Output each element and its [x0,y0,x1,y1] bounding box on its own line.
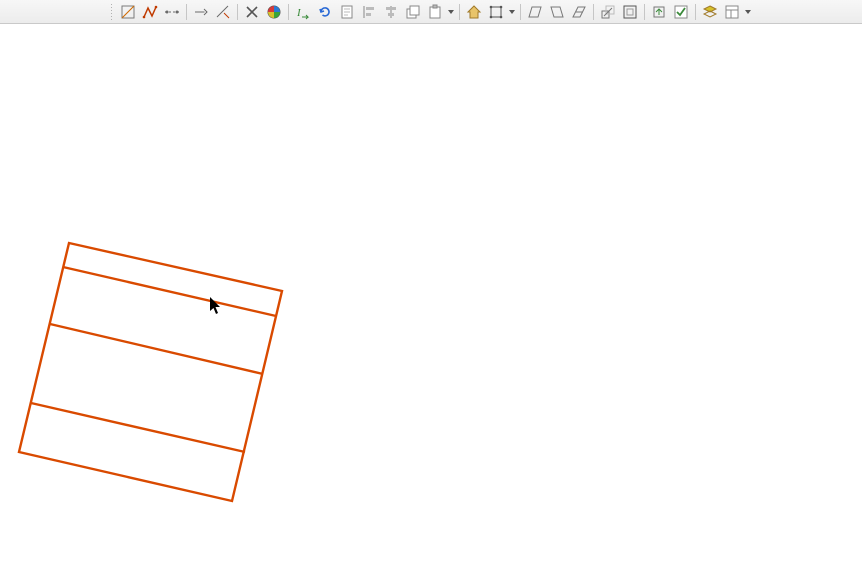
page-preview-icon[interactable] [337,2,357,22]
toolbar-grip[interactable] [110,3,114,21]
intersection-icon[interactable] [242,2,262,22]
horiz-constraint-icon[interactable] [162,2,182,22]
text-label-icon[interactable]: I [293,2,313,22]
toolbar: I [0,0,862,24]
toolbar-overflow-dropdown[interactable] [447,2,455,22]
toolbar-separator [644,4,645,20]
export-icon[interactable] [649,2,669,22]
toolbar-separator [695,4,696,20]
selected-shape [0,24,862,569]
toolbar-separator [593,4,594,20]
color-swatch-icon[interactable] [264,2,284,22]
copy-object-icon[interactable] [403,2,423,22]
paste-object-icon[interactable] [425,2,445,22]
skew-icon[interactable] [569,2,589,22]
trim-oblique-icon[interactable] [213,2,233,22]
shear-right-icon[interactable] [547,2,567,22]
align-left-icon[interactable] [359,2,379,22]
toolbar-separator [288,4,289,20]
drawing-canvas[interactable] [0,24,862,569]
transform-icon[interactable] [486,2,506,22]
refresh-icon[interactable] [315,2,335,22]
scale-up-icon[interactable] [598,2,618,22]
extend-line-icon[interactable] [191,2,211,22]
toolbar-separator [237,4,238,20]
create-shape-icon[interactable] [118,2,138,22]
home-icon[interactable] [464,2,484,22]
polyline-icon[interactable] [140,2,160,22]
transform-dropdown[interactable] [508,2,516,22]
toolbar-separator [186,4,187,20]
bounds-icon[interactable] [620,2,640,22]
properties-icon[interactable] [722,2,742,22]
mouse-cursor-icon [210,297,222,315]
svg-text:I: I [296,7,302,19]
layers-icon[interactable] [700,2,720,22]
toolbar-overflow-dropdown[interactable] [744,2,752,22]
toolbar-separator [459,4,460,20]
shear-left-icon[interactable] [525,2,545,22]
toolbar-separator [520,4,521,20]
align-center-icon[interactable] [381,2,401,22]
checklist-icon[interactable] [671,2,691,22]
